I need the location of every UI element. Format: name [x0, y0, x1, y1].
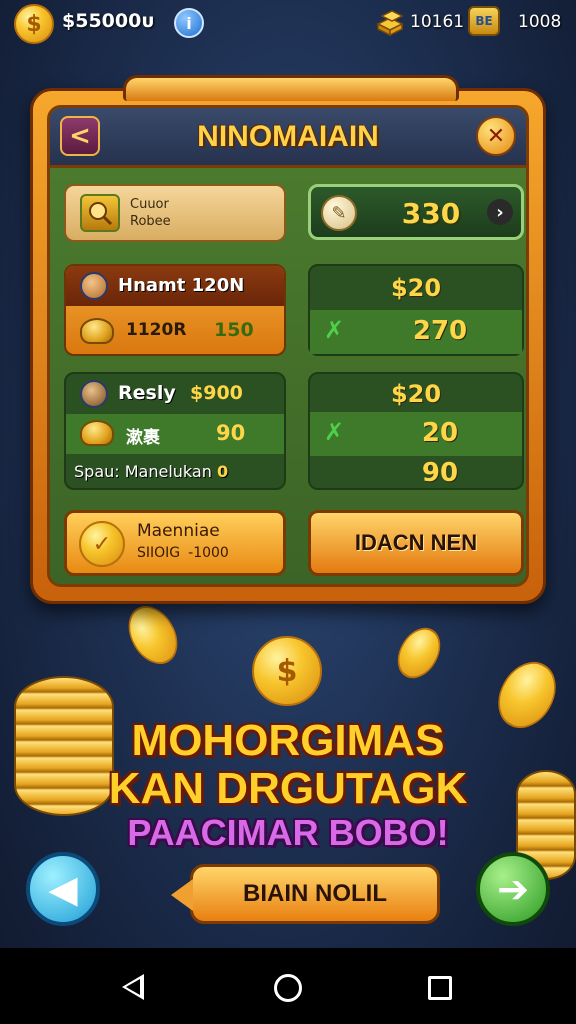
panel-body: Cuuor Robee ✎ 330 › Hnamt 120N 1120R 150: [50, 168, 526, 584]
back-button[interactable]: <: [60, 116, 100, 156]
action-button[interactable]: IDACN NEN: [308, 510, 524, 576]
panel-title: NINOMAIAIN: [197, 120, 379, 153]
close-button[interactable]: ✕: [476, 116, 516, 156]
feather-icon: ✎: [321, 195, 357, 231]
offer-card[interactable]: Resly $900 漱裹 90 Spau: Manelukan 0: [64, 372, 286, 490]
shop-panel: < NINOMAIAIN ✕ Cuuor Robee ✎ 330 › Hnamt…: [30, 75, 546, 604]
floating-coin-icon: [118, 597, 188, 673]
headline-line-2: KAN DRGUTAGK: [108, 764, 468, 813]
chevron-right-icon: ›: [487, 199, 513, 225]
item-line-1: Cuuor: [130, 197, 169, 212]
top-bar: $ $55000ᴜ i 10161 BE 1008: [0, 0, 576, 46]
gold-count: 10161: [410, 12, 465, 32]
item-line-2: Robee: [130, 214, 171, 229]
reward-card: $20 ✗ 20 90: [308, 372, 524, 490]
reward-card: $20 ✗ 270: [308, 264, 524, 356]
offer-footer: Spau: Manelukan 0: [74, 462, 229, 481]
offer-label: 1120R: [126, 320, 187, 340]
offer-value: 90: [216, 421, 246, 445]
price-value: 330: [401, 197, 461, 230]
offer-price: $900: [190, 382, 243, 404]
ticket-count: 1008: [518, 12, 562, 32]
reward-price: $20: [390, 274, 442, 302]
reward-bottom-value: 90: [421, 458, 459, 488]
panel-crest: [123, 75, 459, 101]
offer-label: 漱裹: [126, 428, 160, 448]
previous-button[interactable]: ◀: [26, 852, 100, 926]
info-button[interactable]: i: [174, 8, 204, 38]
main-cta-button[interactable]: BIAIN NOLIL: [171, 864, 440, 924]
reward-value: 20: [421, 418, 459, 448]
bundle-subtitle: SIIOIG -1000: [137, 545, 229, 561]
coin-icon: $: [14, 4, 54, 44]
offer-title: Hnamt 120N: [118, 275, 245, 296]
coin-balance: $55000ᴜ: [62, 10, 154, 32]
item-card[interactable]: Cuuor Robee: [64, 184, 286, 242]
check-icon: ✗: [324, 418, 345, 446]
nav-back-icon[interactable]: [122, 974, 144, 1000]
panel-inner: < NINOMAIAIN ✕ Cuuor Robee ✎ 330 › Hnamt…: [47, 105, 529, 587]
avatar: [80, 272, 108, 300]
magnifier-coin-icon: [80, 194, 120, 232]
coin-bundle-button[interactable]: ✓ Maenniae SIIOIG -1000: [64, 510, 286, 576]
coin-pile-icon: [80, 420, 114, 446]
system-nav-bar: [0, 948, 576, 1024]
next-button[interactable]: ➔: [476, 852, 550, 926]
offer-value: 150: [214, 319, 254, 341]
bundle-title: Maenniae: [137, 521, 220, 541]
price-button[interactable]: ✎ 330 ›: [308, 184, 524, 240]
headline-line-1: MOHORGIMAS: [131, 716, 445, 765]
nav-recents-icon[interactable]: [428, 976, 452, 1000]
offer-title: Resly: [118, 382, 176, 404]
headline-line-3: PAACIMAR BOBO!: [127, 812, 449, 853]
floating-coin-icon: $: [252, 636, 322, 706]
gold-bars-icon: [376, 10, 404, 36]
reward-price: $20: [390, 380, 442, 408]
coin-icon: ✓: [79, 521, 125, 567]
offer-card[interactable]: Hnamt 120N 1120R 150: [64, 264, 286, 356]
coin-pile-icon: [80, 318, 114, 344]
reward-value: 270: [412, 316, 468, 346]
panel-header: < NINOMAIAIN ✕: [50, 108, 526, 168]
ticket-icon: BE: [468, 6, 500, 36]
floating-coin-icon: [389, 620, 449, 686]
check-icon: ✗: [324, 316, 345, 344]
nav-home-icon[interactable]: [274, 974, 302, 1002]
avatar: [80, 380, 108, 408]
